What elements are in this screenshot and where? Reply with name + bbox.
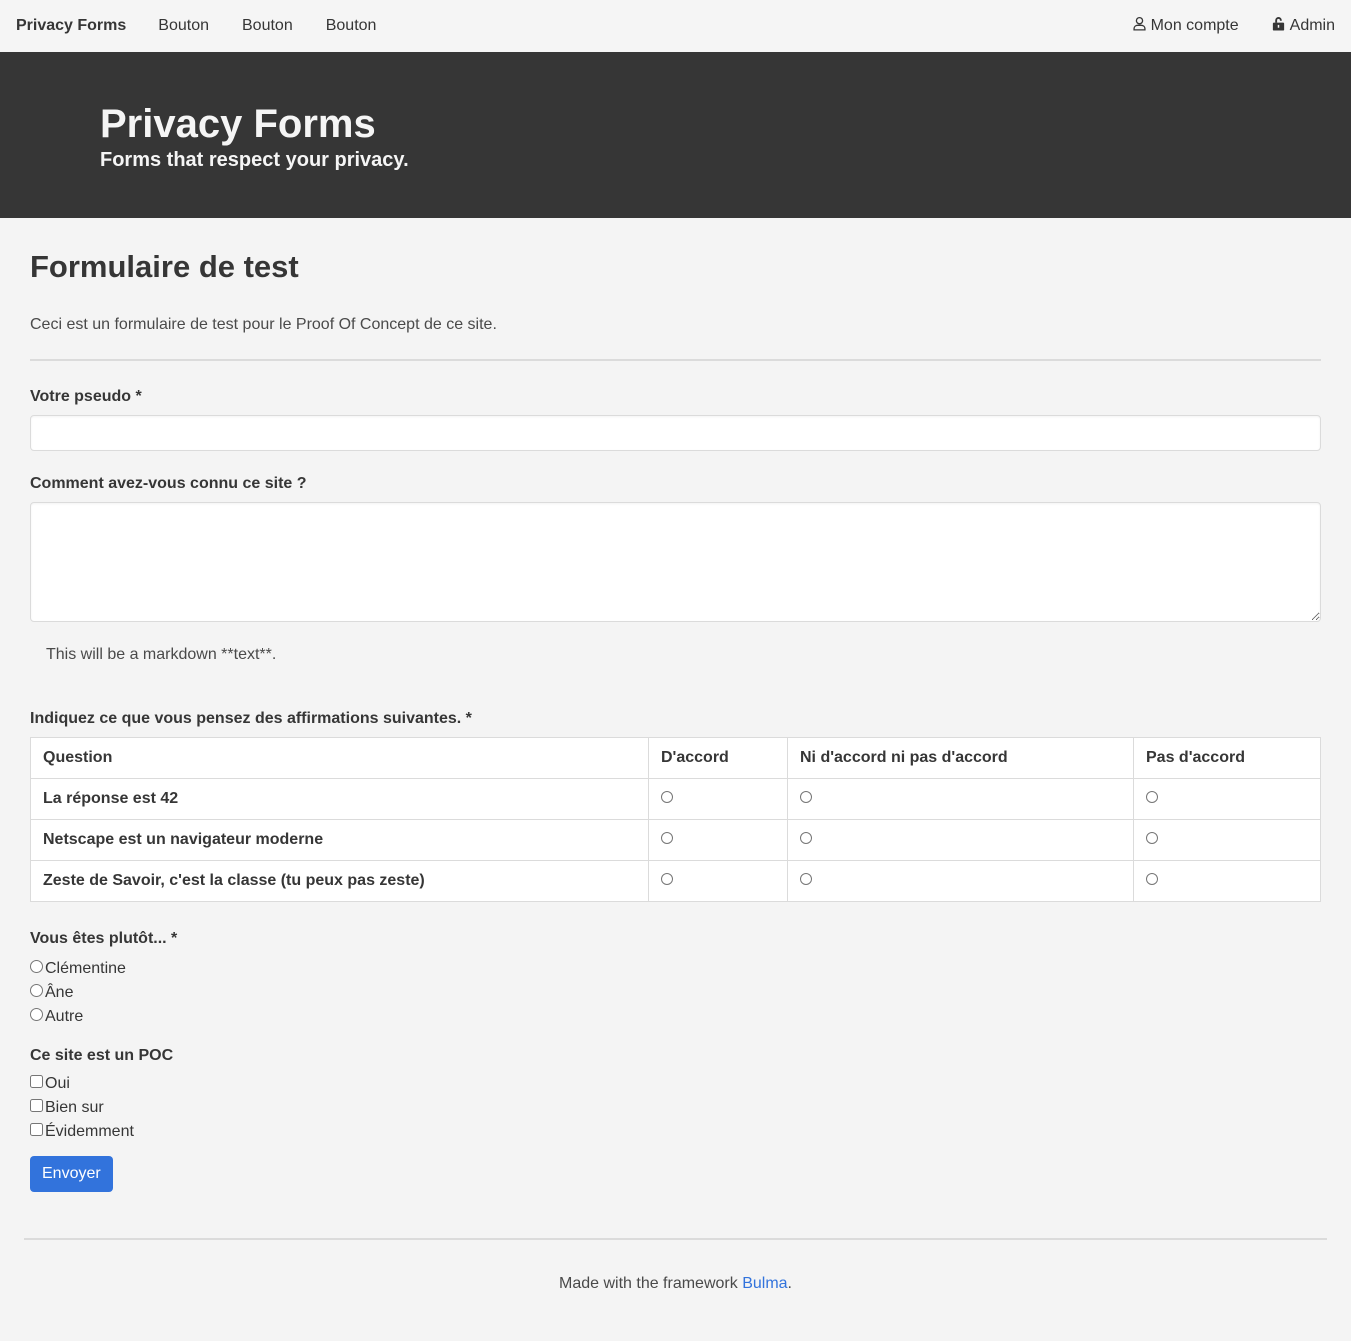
radio-group: Clémentine Âne Autre [30, 957, 1321, 1029]
radio-option-label: Âne [45, 983, 74, 1001]
help-text: This will be a markdown **text**. [46, 645, 277, 663]
submit-button[interactable]: Envoyer [30, 1155, 113, 1192]
checkbox-input[interactable] [30, 1099, 43, 1113]
row-question: La réponse est 42 [30, 777, 649, 820]
radio-disagree[interactable] [1146, 872, 1158, 885]
radio-option-label: Clémentine [45, 959, 126, 977]
checkbox-group-label: Ce site est un POC [30, 1046, 174, 1064]
footer-text-end: . [787, 1274, 792, 1292]
checkbox-option-evidemment[interactable]: Évidemment [30, 1120, 1321, 1144]
navbar-left: Privacy Forms Bouton Bouton Bouton [16, 0, 409, 52]
likert-header-row: Question D'accord Ni d'accord ni pas d'a… [30, 736, 1321, 779]
likert-table: Question D'accord Ni d'accord ni pas d'a… [30, 736, 1321, 902]
hero-title: Privacy Forms [100, 102, 376, 146]
checkbox-input[interactable] [30, 1123, 43, 1137]
pseudo-label: Votre pseudo * [30, 387, 142, 405]
column-header-disagree: Pas d'accord [1133, 736, 1321, 779]
navbar-brand[interactable]: Privacy Forms [16, 17, 126, 35]
nav-item-mon-compte[interactable]: Mon compte [1132, 16, 1239, 36]
radio-neutral[interactable] [800, 790, 812, 803]
nav-item-admin[interactable]: Admin [1271, 16, 1335, 36]
table-row: Zeste de Savoir, c'est la classe (tu peu… [30, 859, 1321, 902]
form-description: Ceci est un formulaire de test pour le P… [30, 315, 497, 333]
checkbox-option-oui[interactable]: Oui [30, 1072, 1321, 1096]
checkbox-option-label: Bien sur [45, 1098, 104, 1116]
user-icon [1132, 16, 1147, 36]
source-label: Comment avez-vous connu ce site ? [30, 474, 307, 492]
radio-option-autre[interactable]: Autre [30, 1005, 1321, 1029]
nav-item-bouton-2[interactable]: Bouton [242, 17, 293, 35]
bulma-link[interactable]: Bulma [742, 1275, 787, 1292]
table-row: La réponse est 42 [30, 777, 1321, 820]
radio-agree[interactable] [661, 831, 673, 844]
radio-input[interactable] [30, 984, 43, 998]
checkbox-input[interactable] [30, 1075, 43, 1089]
navbar-right: Mon compte Admin [1100, 0, 1335, 52]
radio-option-label: Autre [45, 1007, 84, 1025]
pseudo-input[interactable] [30, 414, 1321, 451]
hero-banner: Privacy Forms Forms that respect your pr… [0, 52, 1351, 218]
nav-item-label: Mon compte [1150, 17, 1239, 34]
nav-item-label: Admin [1289, 17, 1335, 34]
divider [30, 358, 1321, 361]
radio-option-clementine[interactable]: Clémentine [30, 957, 1321, 981]
checkbox-option-label: Évidemment [45, 1122, 134, 1140]
radio-disagree[interactable] [1146, 831, 1158, 844]
radio-neutral[interactable] [800, 831, 812, 844]
column-header-question: Question [30, 736, 649, 779]
footer: Made with the framework Bulma. [0, 1240, 1351, 1341]
nav-item-bouton-1[interactable]: Bouton [158, 17, 209, 35]
nav-item-bouton-3[interactable]: Bouton [326, 17, 377, 35]
column-header-neutral: Ni d'accord ni pas d'accord [787, 736, 1134, 779]
likert-label: Indiquez ce que vous pensez des affirmat… [30, 709, 472, 727]
table-row: Netscape est un navigateur moderne [30, 818, 1321, 861]
hero-subtitle: Forms that respect your privacy. [100, 149, 409, 171]
checkbox-group: Oui Bien sur Évidemment [30, 1072, 1321, 1144]
radio-input[interactable] [30, 1008, 43, 1022]
radio-disagree[interactable] [1146, 790, 1158, 803]
page-title: Formulaire de test [30, 249, 299, 284]
radio-option-ane[interactable]: Âne [30, 981, 1321, 1005]
radio-input[interactable] [30, 960, 43, 974]
row-question: Netscape est un navigateur moderne [30, 818, 649, 861]
unlock-icon [1271, 16, 1286, 36]
row-question: Zeste de Savoir, c'est la classe (tu peu… [30, 859, 649, 902]
footer-text: Made with the framework [559, 1274, 743, 1292]
radio-agree[interactable] [661, 872, 673, 885]
checkbox-option-label: Oui [45, 1074, 70, 1092]
form-container: Formulaire de test Ceci est un formulair… [0, 218, 1351, 1204]
source-textarea[interactable] [30, 501, 1321, 622]
column-header-agree: D'accord [648, 736, 788, 779]
checkbox-option-bien-sur[interactable]: Bien sur [30, 1096, 1321, 1120]
radio-neutral[interactable] [800, 872, 812, 885]
radio-group-label: Vous êtes plutôt... * [30, 929, 178, 947]
radio-agree[interactable] [661, 790, 673, 803]
navbar: Privacy Forms Bouton Bouton Bouton Mon c… [0, 0, 1351, 52]
